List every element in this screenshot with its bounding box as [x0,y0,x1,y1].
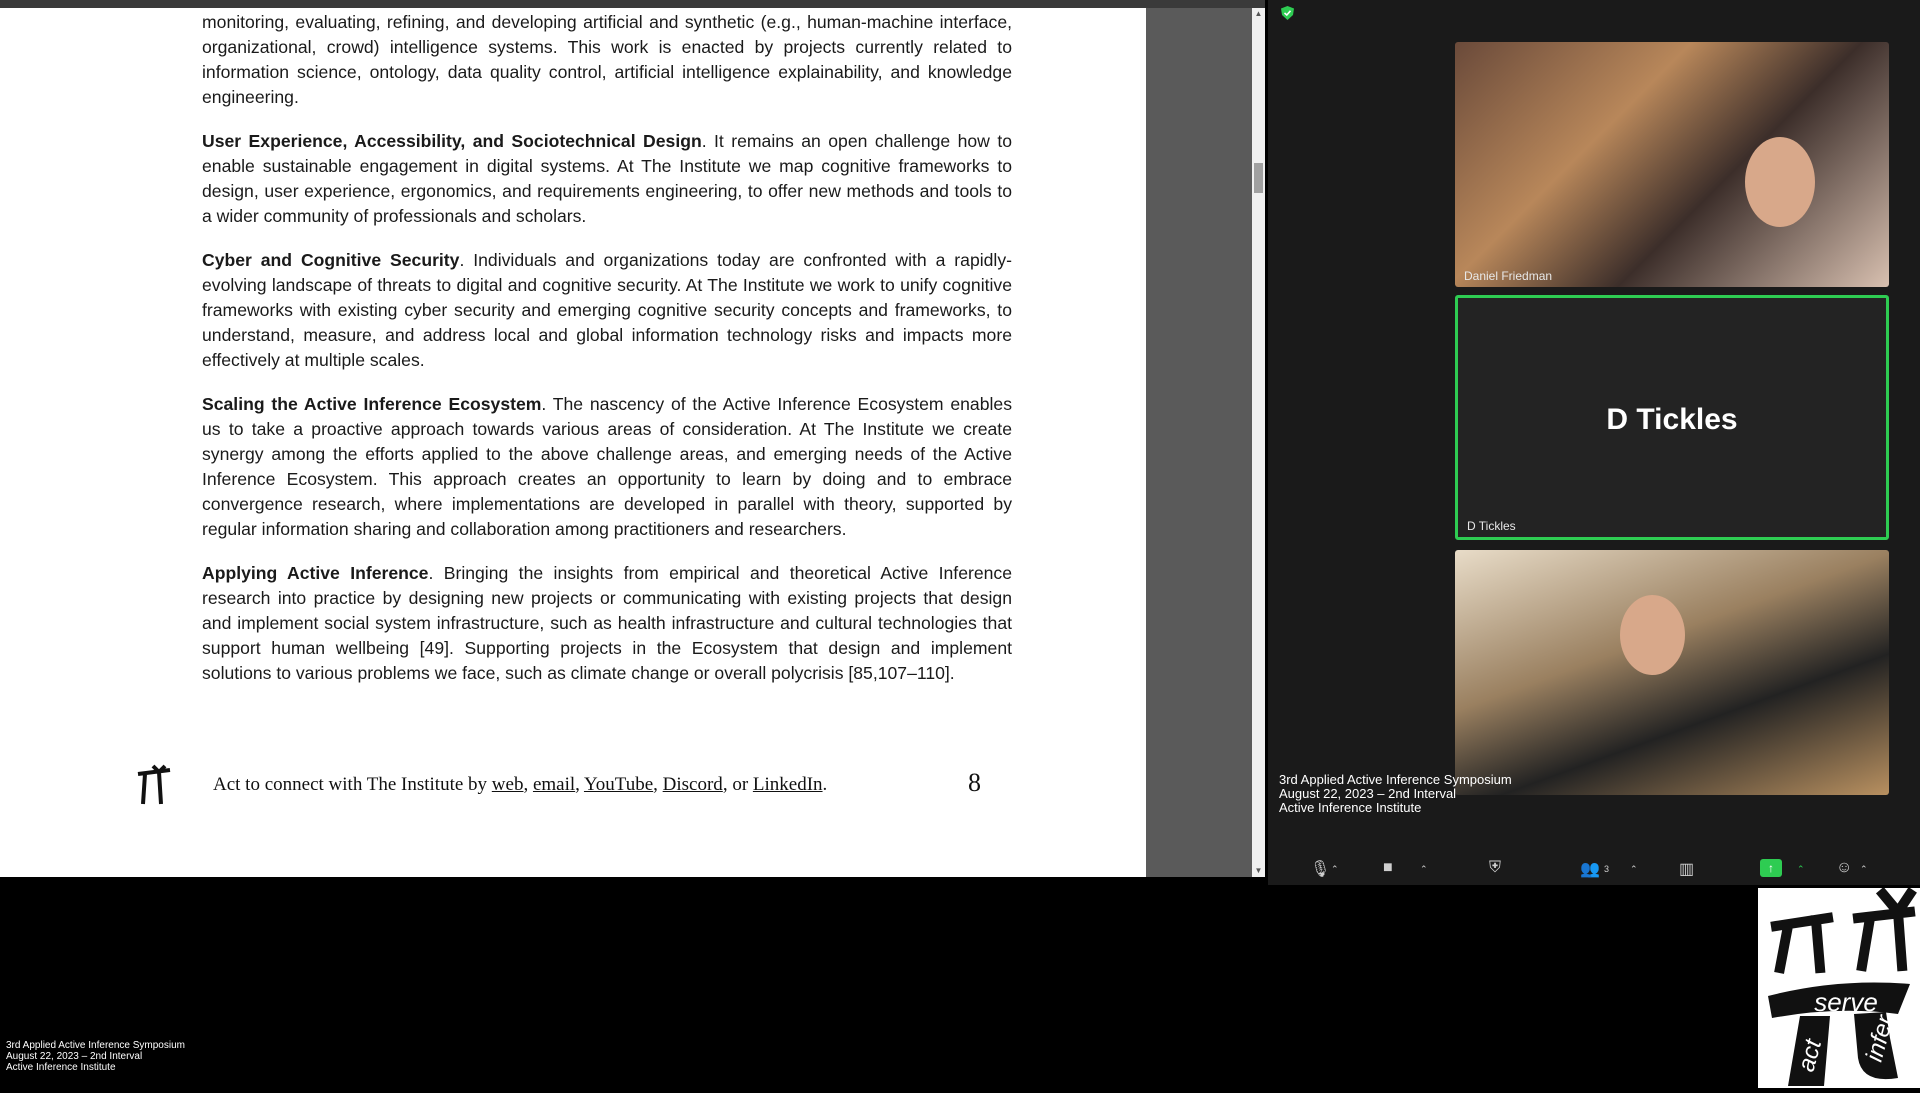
caption-line: Active Inference Institute [6,1062,116,1073]
scroll-thumb[interactable] [1254,163,1263,193]
footer-separator: , [575,774,584,795]
pdf-viewer: monitoring, evaluating, refining, and de… [0,0,1265,877]
caption-line: 3rd Applied Active Inference Symposium [6,1040,185,1051]
web-link[interactable]: web [492,774,524,795]
paragraph-ux: User Experience, Accessibility, and Soci… [202,129,1012,229]
paragraph-text: monitoring, evaluating, refining, and de… [202,12,1012,107]
youtube-link[interactable]: YouTube [584,774,653,795]
paragraph-intro: monitoring, evaluating, refining, and de… [202,10,1012,110]
overlay-line: August 22, 2023 – 2nd Interval [1279,786,1457,801]
microphone-icon[interactable]: 🎙 [1310,859,1330,879]
camera-icon[interactable]: ■ [1383,859,1393,877]
institute-logo-icon [135,764,173,815]
participant-display-name: D Tickles [1606,403,1738,436]
email-link[interactable]: email [533,774,575,795]
footer-separator: , [653,774,663,795]
footer-prefix: Act to connect with The Institute by [213,774,492,795]
participant-video [1620,595,1685,675]
linkedin-link[interactable]: LinkedIn [753,774,823,795]
encryption-shield-icon[interactable] [1281,6,1294,20]
pdf-footer: Act to connect with The Institute by web… [135,760,995,810]
footer-suffix: . [822,774,828,795]
paragraph-heading: Applying Active Inference [202,563,429,583]
institute-logo: serve act infer [1758,886,1920,1088]
scroll-up-icon[interactable]: ▲ [1252,8,1265,20]
logo-text: serve [1814,987,1878,1017]
chevron-up-icon[interactable]: ⌃ [1630,864,1638,875]
participant-tile-tickles[interactable]: D Tickles D Tickles [1455,295,1889,540]
participant-name: D Tickles [1467,519,1516,533]
paragraph-heading: User Experience, Accessibility, and Soci… [202,131,702,151]
stream-caption: 3rd Applied Active Inference Symposium A… [6,1040,185,1073]
scroll-down-icon[interactable]: ▼ [1252,865,1265,877]
participant-tile-third[interactable] [1455,550,1889,795]
participant-name: Daniel Friedman [1464,269,1553,283]
share-screen-icon[interactable]: ↑ [1760,859,1782,877]
footer-text: Act to connect with The Institute by web… [213,774,827,796]
reactions-icon[interactable]: ☺ [1836,859,1852,877]
symposium-overlay: 3rd Applied Active Inference Symposium A… [1279,773,1512,815]
paragraph-applying: Applying Active Inference. Bringing the … [202,561,1012,686]
participants-icon[interactable]: 👥 [1580,859,1600,879]
chevron-up-icon[interactable]: ⌃ [1420,864,1428,875]
footer-separator: , [523,774,533,795]
chevron-up-icon[interactable]: ⌃ [1860,864,1868,875]
overlay-line: 3rd Applied Active Inference Symposium [1279,772,1512,787]
caption-line: August 22, 2023 – 2nd Interval [6,1051,143,1062]
discord-link[interactable]: Discord [663,774,723,795]
participants-count: 3 [1604,864,1610,874]
chevron-up-icon[interactable]: ⌃ [1331,864,1339,875]
paragraph-security: Cyber and Cognitive Security. Individual… [202,248,1012,373]
institute-logo-icon: serve act infer [1768,886,1917,1086]
paragraph-ecosystem: Scaling the Active Inference Ecosystem. … [202,392,1012,542]
polls-icon[interactable]: ▥ [1679,859,1694,879]
video-conference-window: Daniel Friedman D Tickles D Tickles 3rd … [1268,0,1920,885]
participant-tile-daniel[interactable]: Daniel Friedman [1455,42,1889,287]
paragraph-heading: Cyber and Cognitive Security [202,250,460,270]
security-icon[interactable]: ⛨ [1489,859,1501,877]
paragraph-heading: Scaling the Active Inference Ecosystem [202,394,542,414]
overlay-line: Active Inference Institute [1279,800,1422,815]
pdf-body-text: monitoring, evaluating, refining, and de… [202,10,1012,705]
pdf-page: monitoring, evaluating, refining, and de… [0,8,1146,877]
footer-separator: , or [722,774,753,795]
participant-video [1745,137,1815,227]
pdf-scrollbar[interactable]: ▲ ▼ [1252,8,1265,877]
chevron-up-icon[interactable]: ⌃ [1797,864,1805,875]
meeting-toolbar: 🎙 ⌃ ■ ⌃ ⛨ 👥 3 ⌃ ▥ ↑ ⌃ ☺ ⌃ [1268,855,1920,885]
pdf-toolbar [0,0,1265,8]
paragraph-text: . The nascency of the Active Inference E… [202,394,1012,539]
page-number: 8 [968,768,981,797]
